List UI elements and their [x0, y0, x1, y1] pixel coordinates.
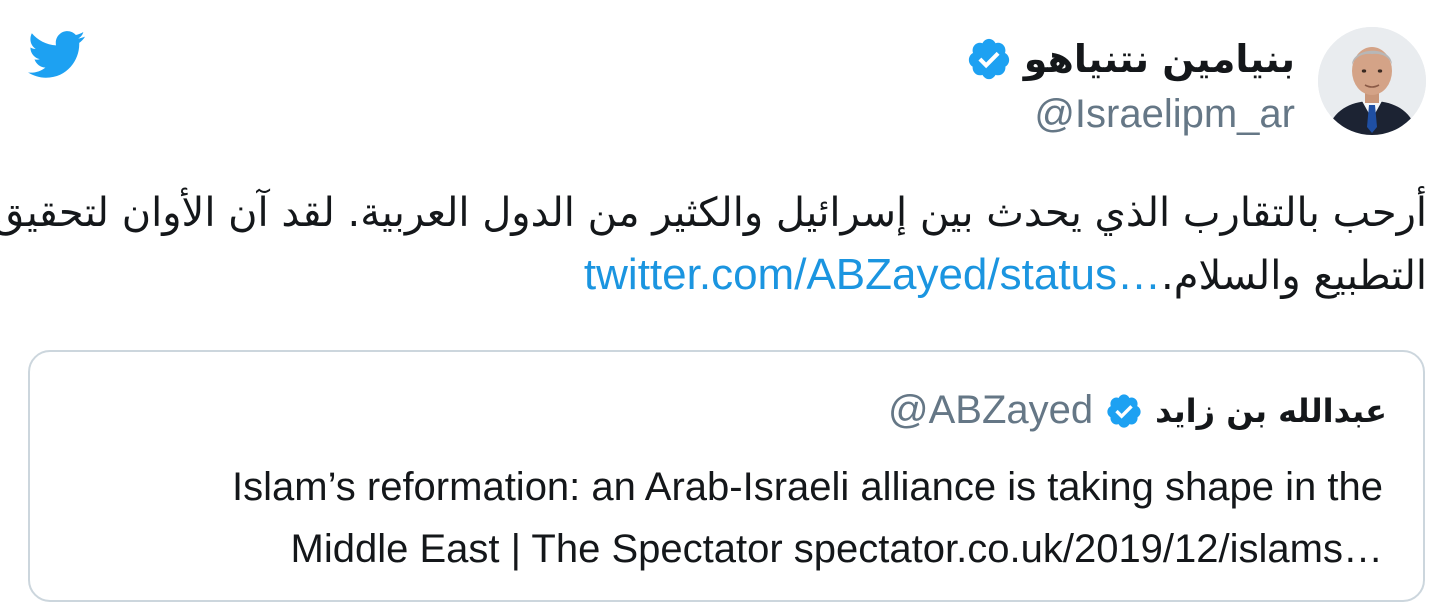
- twitter-bird-icon[interactable]: [28, 30, 86, 80]
- quoted-tweet-card[interactable]: @ABZayed عبدالله بن زايد Islam’s reforma…: [28, 350, 1425, 602]
- quoted-tweet-text-line-2: Middle East | The Spectator spectator.co…: [290, 527, 1383, 571]
- avatar-portrait-image: [1318, 27, 1426, 135]
- tweet-text-line-1: أرحب بالتقارب الذي يحدث بين إسرائيل والك…: [0, 190, 1427, 236]
- author-handle[interactable]: @Israelipm_ar: [695, 92, 1295, 137]
- quoted-author-handle: @ABZayed: [888, 388, 1094, 432]
- quoted-tweet-text-line-1: Islam’s reformation: an Arab-Israeli all…: [232, 465, 1383, 509]
- tweet-text-line-2: التطبيع والسلام.twitter.com/ABZayed/stat…: [27, 244, 1427, 307]
- author-avatar[interactable]: [1318, 27, 1426, 135]
- quoted-author-name: عبدالله بن زايد: [1155, 391, 1387, 430]
- verified-badge-icon: [968, 38, 1009, 80]
- author-name[interactable]: بنيامين نتنياهو: [1024, 37, 1295, 81]
- author-name-row: بنيامين نتنياهو: [695, 30, 1295, 88]
- embedded-tweet: بنيامين نتنياهو @Israelipm_ar أرحب بالتق…: [0, 0, 1455, 611]
- quoted-tweet-text: Islam’s reformation: an Arab-Israeli all…: [63, 456, 1383, 580]
- tweet-status-link[interactable]: twitter.com/ABZayed/status…: [584, 250, 1161, 299]
- tweet-text-line-2-words: التطبيع والسلام.: [1161, 253, 1427, 299]
- author-info: بنيامين نتنياهو @Israelipm_ar: [695, 30, 1295, 137]
- quoted-tweet-header: @ABZayed عبدالله بن زايد: [888, 388, 1387, 433]
- tweet-text: أرحب بالتقارب الذي يحدث بين إسرائيل والك…: [0, 182, 1427, 307]
- verified-badge-icon: [1107, 393, 1141, 428]
